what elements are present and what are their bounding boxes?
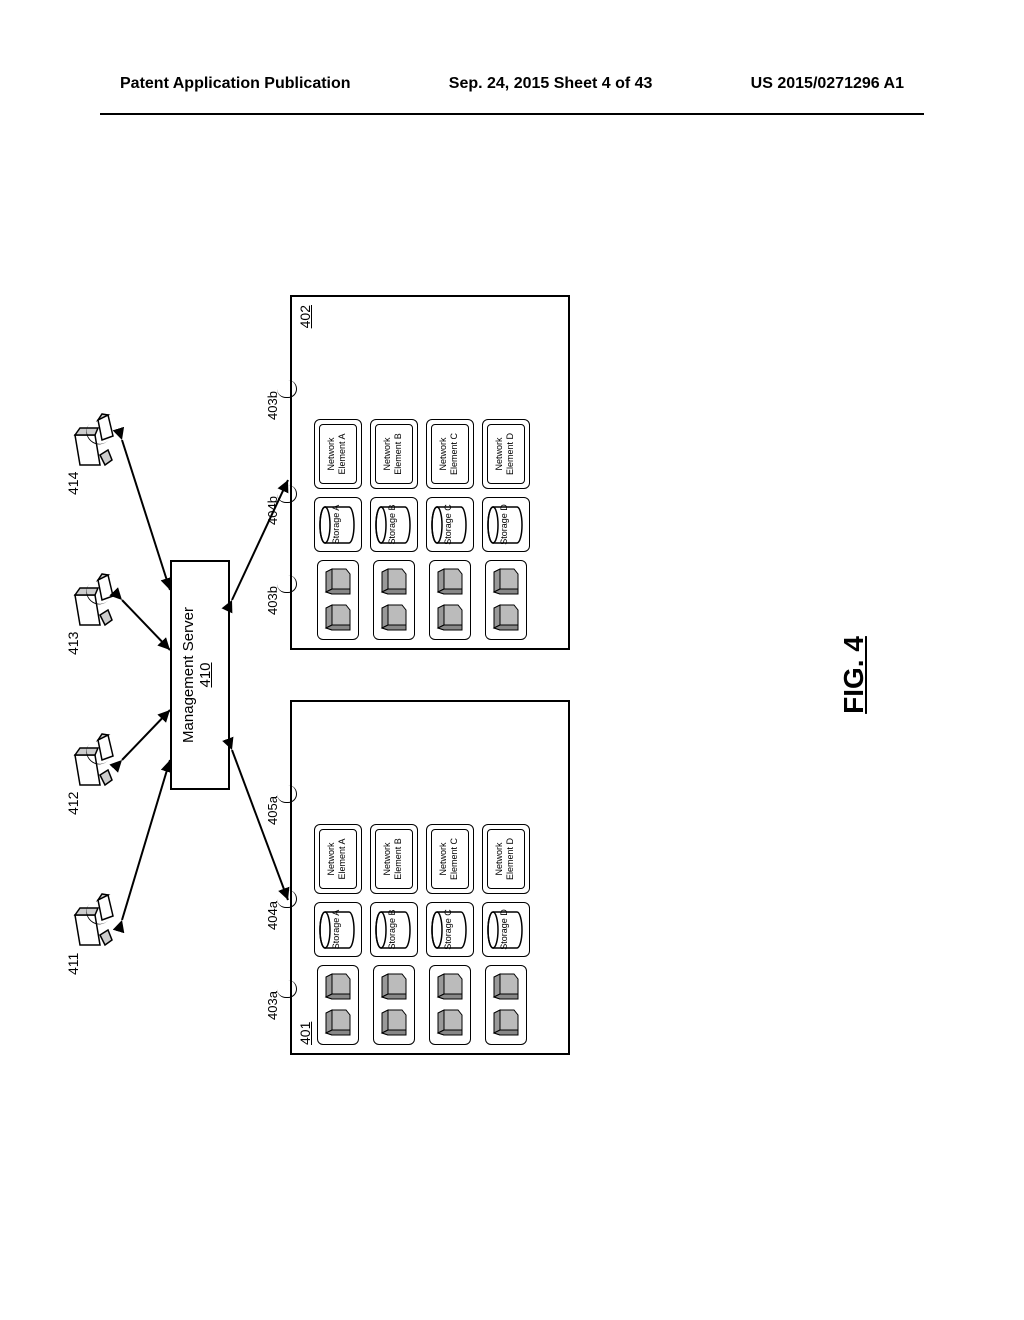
mgmt-server-title: Management Server bbox=[180, 562, 197, 788]
leader-curve bbox=[277, 380, 297, 398]
netelem-col-label-a: 405a bbox=[265, 796, 280, 825]
netelem-col-label-b: 403b bbox=[265, 391, 280, 420]
compute-group bbox=[373, 965, 415, 1045]
zone-a-row: Storage D Network Element D bbox=[482, 710, 530, 1045]
netelem-box: Network Element B bbox=[370, 419, 418, 489]
header-right: US 2015/0271296 A1 bbox=[751, 75, 904, 93]
leader-curve bbox=[277, 485, 297, 503]
storage-label: Storage C bbox=[443, 907, 453, 952]
compute-col-label-b: 403b bbox=[265, 586, 280, 615]
storage-col-label-b: 404b bbox=[265, 496, 280, 525]
compute-group bbox=[485, 965, 527, 1045]
netelem-box: Network Element A bbox=[314, 824, 362, 894]
compute-node-icon bbox=[492, 603, 520, 633]
page-header: Patent Application Publication Sep. 24, … bbox=[0, 0, 1024, 113]
mgmt-server-ref: 410 bbox=[197, 562, 214, 788]
compute-node-icon bbox=[492, 972, 520, 1002]
diagram: 411 412 413 414 bbox=[70, 280, 940, 1070]
workstation-ref: 413 bbox=[65, 632, 81, 655]
compute-node-icon bbox=[436, 603, 464, 633]
storage-label: Storage B bbox=[387, 502, 397, 547]
netelem-box: Network Element D bbox=[482, 419, 530, 489]
header-left: Patent Application Publication bbox=[120, 75, 351, 93]
compute-node-icon bbox=[380, 972, 408, 1002]
zone-a: 401 Storage A Network Element A bbox=[290, 700, 570, 1055]
zone-b-row: Storage C Network Element C bbox=[426, 305, 474, 640]
zone-b-row: Storage A Network Element A bbox=[314, 305, 362, 640]
netelem-box: Network Element B bbox=[370, 824, 418, 894]
leader-curve bbox=[277, 575, 297, 593]
netelem-box: Network Element C bbox=[426, 824, 474, 894]
storage-box: Storage B bbox=[370, 902, 418, 957]
netelem-box: Network Element A bbox=[314, 419, 362, 489]
storage-label: Storage B bbox=[387, 907, 397, 952]
compute-node-icon bbox=[324, 567, 352, 597]
compute-node-icon bbox=[324, 972, 352, 1002]
network-element: Network Element D bbox=[487, 424, 525, 484]
compute-node-icon bbox=[324, 1008, 352, 1038]
compute-group bbox=[429, 965, 471, 1045]
network-element: Network Element B bbox=[375, 424, 413, 484]
storage-label: Storage C bbox=[443, 502, 453, 547]
workstation-ref: 414 bbox=[65, 472, 81, 495]
compute-group bbox=[485, 560, 527, 640]
compute-node-icon bbox=[436, 972, 464, 1002]
storage-box: Storage D bbox=[482, 902, 530, 957]
storage-box: Storage C bbox=[426, 497, 474, 552]
management-server: Management Server 410 bbox=[170, 560, 230, 790]
compute-node-icon bbox=[324, 603, 352, 633]
netelem-box: Network Element D bbox=[482, 824, 530, 894]
compute-group bbox=[317, 560, 359, 640]
leader-curve bbox=[277, 980, 297, 998]
compute-group bbox=[317, 965, 359, 1045]
network-element: Network Element B bbox=[375, 829, 413, 889]
network-element: Network Element C bbox=[431, 424, 469, 484]
workstation-ref: 412 bbox=[65, 792, 81, 815]
compute-node-icon bbox=[380, 567, 408, 597]
zone-a-row: Storage B Network Element B bbox=[370, 710, 418, 1045]
netelem-box: Network Element C bbox=[426, 419, 474, 489]
header-rule bbox=[100, 113, 924, 115]
network-element: Network Element D bbox=[487, 829, 525, 889]
compute-node-icon bbox=[380, 1008, 408, 1038]
storage-label: Storage A bbox=[331, 907, 341, 952]
storage-label: Storage D bbox=[499, 907, 509, 952]
network-element: Network Element A bbox=[319, 829, 357, 889]
storage-label: Storage A bbox=[331, 502, 341, 547]
zone-a-ref: 401 bbox=[297, 1022, 313, 1045]
storage-box: Storage B bbox=[370, 497, 418, 552]
compute-group bbox=[373, 560, 415, 640]
compute-node-icon bbox=[492, 567, 520, 597]
workstation-ref: 411 bbox=[65, 953, 81, 975]
compute-node-icon bbox=[436, 567, 464, 597]
storage-col-label-a: 404a bbox=[265, 901, 280, 930]
zone-b-row: Storage D Network Element D bbox=[482, 305, 530, 640]
compute-node-icon bbox=[380, 603, 408, 633]
leader-curve bbox=[277, 785, 297, 803]
header-center: Sep. 24, 2015 Sheet 4 of 43 bbox=[449, 75, 653, 93]
compute-node-icon bbox=[436, 1008, 464, 1038]
zone-a-row: Storage C Network Element C bbox=[426, 710, 474, 1045]
zone-b: 402 Storage A Network Element A bbox=[290, 295, 570, 650]
zone-b-row: Storage B Network Element B bbox=[370, 305, 418, 640]
zone-b-ref: 402 bbox=[297, 305, 313, 328]
network-element: Network Element C bbox=[431, 829, 469, 889]
figure-label: FIG. 4 bbox=[838, 636, 870, 714]
zone-a-row: Storage A Network Element A bbox=[314, 710, 362, 1045]
storage-box: Storage A bbox=[314, 497, 362, 552]
network-element: Network Element A bbox=[319, 424, 357, 484]
storage-box: Storage C bbox=[426, 902, 474, 957]
compute-col-label-a: 403a bbox=[265, 991, 280, 1020]
storage-box: Storage D bbox=[482, 497, 530, 552]
storage-box: Storage A bbox=[314, 902, 362, 957]
compute-group bbox=[429, 560, 471, 640]
leader-curve bbox=[277, 890, 297, 908]
compute-node-icon bbox=[492, 1008, 520, 1038]
storage-label: Storage D bbox=[499, 502, 509, 547]
